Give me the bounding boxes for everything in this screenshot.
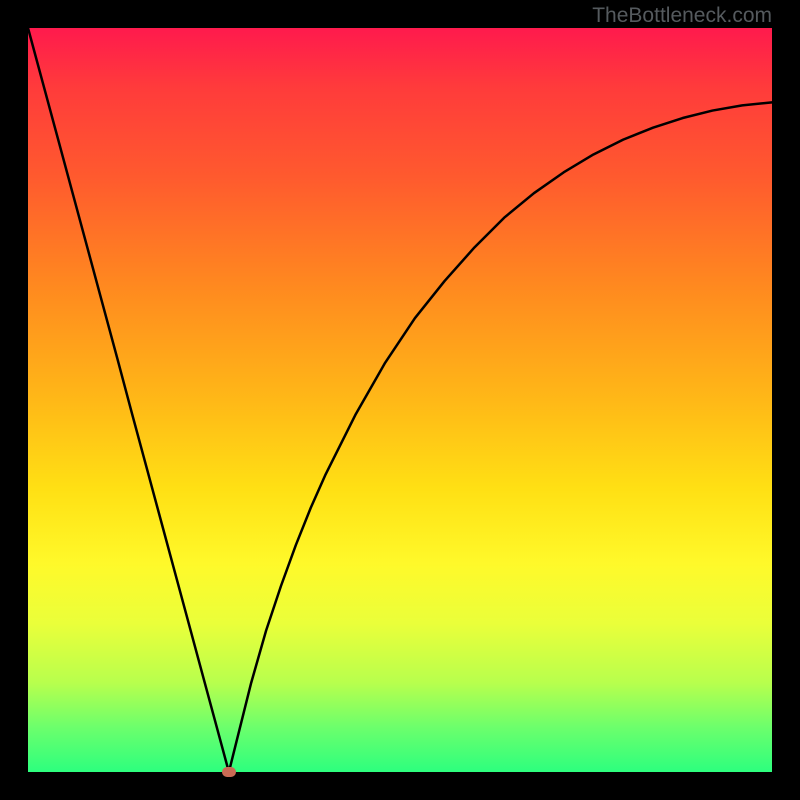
curve-svg [28,28,772,772]
chart-container: TheBottleneck.com [0,0,800,800]
min-point-marker [222,767,236,777]
bottleneck-curve [28,28,772,772]
plot-area [28,28,772,772]
attribution-text: TheBottleneck.com [592,4,772,28]
